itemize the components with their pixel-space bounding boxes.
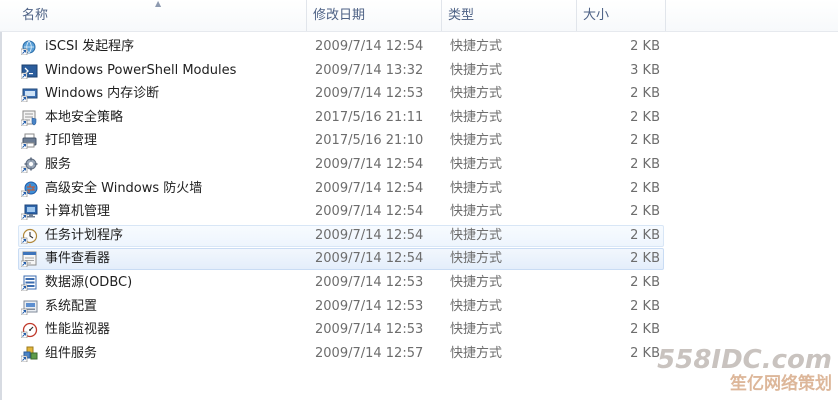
column-header-size-label: 大小	[583, 8, 610, 23]
file-size: 2 KB	[630, 299, 660, 314]
file-size: 2 KB	[630, 251, 660, 266]
system-config-icon	[21, 299, 38, 315]
file-name: Windows 内存诊断	[45, 86, 160, 101]
file-size: 3 KB	[630, 63, 660, 78]
performance-monitor-icon	[21, 322, 38, 338]
column-header-bar: 名称 ▲ 修改日期 类型 大小	[0, 0, 838, 32]
file-size: 2 KB	[630, 322, 660, 337]
file-name: 组件服务	[45, 346, 98, 361]
file-modified-date: 2009/7/14 13:32	[315, 63, 424, 78]
column-header-date-label: 修改日期	[313, 8, 366, 23]
file-name: 数据源(ODBC)	[45, 275, 133, 290]
file-modified-date: 2009/7/14 12:53	[315, 322, 424, 337]
column-divider[interactable]	[665, 0, 666, 31]
watermark-subtitle: 笙亿网络策划	[730, 374, 832, 394]
file-row[interactable]: 数据源(ODBC) 2009/7/14 12:53 快捷方式 2 KB	[18, 272, 664, 294]
file-row[interactable]: 系统配置 2009/7/14 12:53 快捷方式 2 KB	[18, 296, 664, 318]
file-modified-date: 2009/7/14 12:54	[315, 204, 424, 219]
firewall-icon	[21, 181, 38, 197]
file-row[interactable]: 任务计划程序 2009/7/14 12:54 快捷方式 2 KB	[18, 225, 664, 247]
memory-diagnostic-icon	[21, 86, 38, 102]
file-name: 本地安全策略	[45, 110, 124, 125]
file-size: 2 KB	[630, 39, 660, 54]
file-row[interactable]: 事件查看器 2009/7/14 12:54 快捷方式 2 KB	[18, 248, 664, 270]
watermark-domain: 558IDC.com	[657, 345, 832, 375]
file-name: 性能监视器	[45, 322, 111, 337]
file-name: 打印管理	[45, 133, 98, 148]
file-modified-date: 2009/7/14 12:54	[315, 228, 424, 243]
file-name: 系统配置	[45, 299, 98, 314]
file-size: 2 KB	[630, 275, 660, 290]
odbc-datasource-icon	[21, 275, 38, 291]
file-name: 高级安全 Windows 防火墙	[45, 181, 203, 196]
security-policy-icon	[21, 110, 38, 126]
file-row[interactable]: 计算机管理 2009/7/14 12:54 快捷方式 2 KB	[18, 201, 664, 223]
file-name: Windows PowerShell Modules	[45, 63, 237, 78]
file-row[interactable]: 打印管理 2017/5/16 21:10 快捷方式 2 KB	[18, 130, 664, 152]
window-left-border	[0, 0, 2, 400]
printer-icon	[21, 133, 38, 149]
file-size: 2 KB	[630, 157, 660, 172]
file-type: 快捷方式	[450, 322, 503, 337]
file-type: 快捷方式	[450, 346, 503, 361]
file-size: 2 KB	[630, 110, 660, 125]
column-header-type-label: 类型	[448, 8, 475, 23]
computer-management-icon	[21, 204, 38, 220]
file-type: 快捷方式	[450, 63, 503, 78]
file-modified-date: 2017/5/16 21:11	[315, 110, 424, 125]
file-list-window: 名称 ▲ 修改日期 类型 大小 iSCSI 发起程序 2009/7/14 12:5…	[0, 0, 838, 400]
file-type: 快捷方式	[450, 133, 503, 148]
powershell-icon	[21, 63, 38, 79]
watermark-logo: 558IDC.com 笙亿网络策划	[612, 346, 832, 396]
file-name: 计算机管理	[45, 204, 111, 219]
iscsi-globe-icon	[21, 39, 38, 55]
file-name: 服务	[45, 157, 72, 172]
file-size: 2 KB	[630, 86, 660, 101]
services-gear-icon	[21, 157, 38, 173]
file-row[interactable]: 组件服务 2009/7/14 12:57 快捷方式 2 KB	[18, 343, 664, 365]
file-size: 2 KB	[630, 204, 660, 219]
column-header-size[interactable]: 大小	[577, 0, 665, 31]
file-row[interactable]: 本地安全策略 2017/5/16 21:11 快捷方式 2 KB	[18, 107, 664, 129]
component-services-icon	[21, 346, 38, 362]
sort-ascending-icon: ▲	[155, 0, 162, 8]
file-type: 快捷方式	[450, 157, 503, 172]
task-scheduler-clock-icon	[21, 228, 38, 244]
file-modified-date: 2009/7/14 12:54	[315, 181, 424, 196]
file-type: 快捷方式	[450, 251, 503, 266]
file-modified-date: 2009/7/14 12:53	[315, 86, 424, 101]
file-row[interactable]: 高级安全 Windows 防火墙 2009/7/14 12:54 快捷方式 2 KB	[18, 178, 664, 200]
file-type: 快捷方式	[450, 86, 503, 101]
file-name: iSCSI 发起程序	[45, 39, 135, 54]
file-modified-date: 2009/7/14 12:54	[315, 251, 424, 266]
file-row[interactable]: 性能监视器 2009/7/14 12:53 快捷方式 2 KB	[18, 319, 664, 341]
file-name: 事件查看器	[45, 251, 111, 266]
file-modified-date: 2009/7/14 12:53	[315, 275, 424, 290]
file-modified-date: 2009/7/14 12:54	[315, 157, 424, 172]
file-modified-date: 2009/7/14 12:57	[315, 346, 424, 361]
file-modified-date: 2017/5/16 21:10	[315, 133, 424, 148]
file-type: 快捷方式	[450, 204, 503, 219]
file-type: 快捷方式	[450, 275, 503, 290]
file-size: 2 KB	[630, 133, 660, 148]
file-type: 快捷方式	[450, 39, 503, 54]
file-row[interactable]: 服务 2009/7/14 12:54 快捷方式 2 KB	[18, 154, 664, 176]
file-type: 快捷方式	[450, 228, 503, 243]
file-type: 快捷方式	[450, 181, 503, 196]
file-modified-date: 2009/7/14 12:53	[315, 299, 424, 314]
file-size: 2 KB	[630, 228, 660, 243]
file-type: 快捷方式	[450, 110, 503, 125]
file-modified-date: 2009/7/14 12:54	[315, 39, 424, 54]
column-header-date[interactable]: 修改日期	[307, 0, 441, 31]
file-type: 快捷方式	[450, 299, 503, 314]
file-size: 2 KB	[630, 181, 660, 196]
file-row[interactable]: Windows 内存诊断 2009/7/14 12:53 快捷方式 2 KB	[18, 83, 664, 105]
column-header-name-label: 名称	[22, 8, 49, 23]
event-viewer-icon	[21, 251, 38, 267]
file-row[interactable]: Windows PowerShell Modules 2009/7/14 13:3…	[18, 60, 664, 82]
file-row[interactable]: iSCSI 发起程序 2009/7/14 12:54 快捷方式 2 KB	[18, 36, 664, 58]
file-name: 任务计划程序	[45, 228, 124, 243]
column-header-type[interactable]: 类型	[442, 0, 576, 31]
